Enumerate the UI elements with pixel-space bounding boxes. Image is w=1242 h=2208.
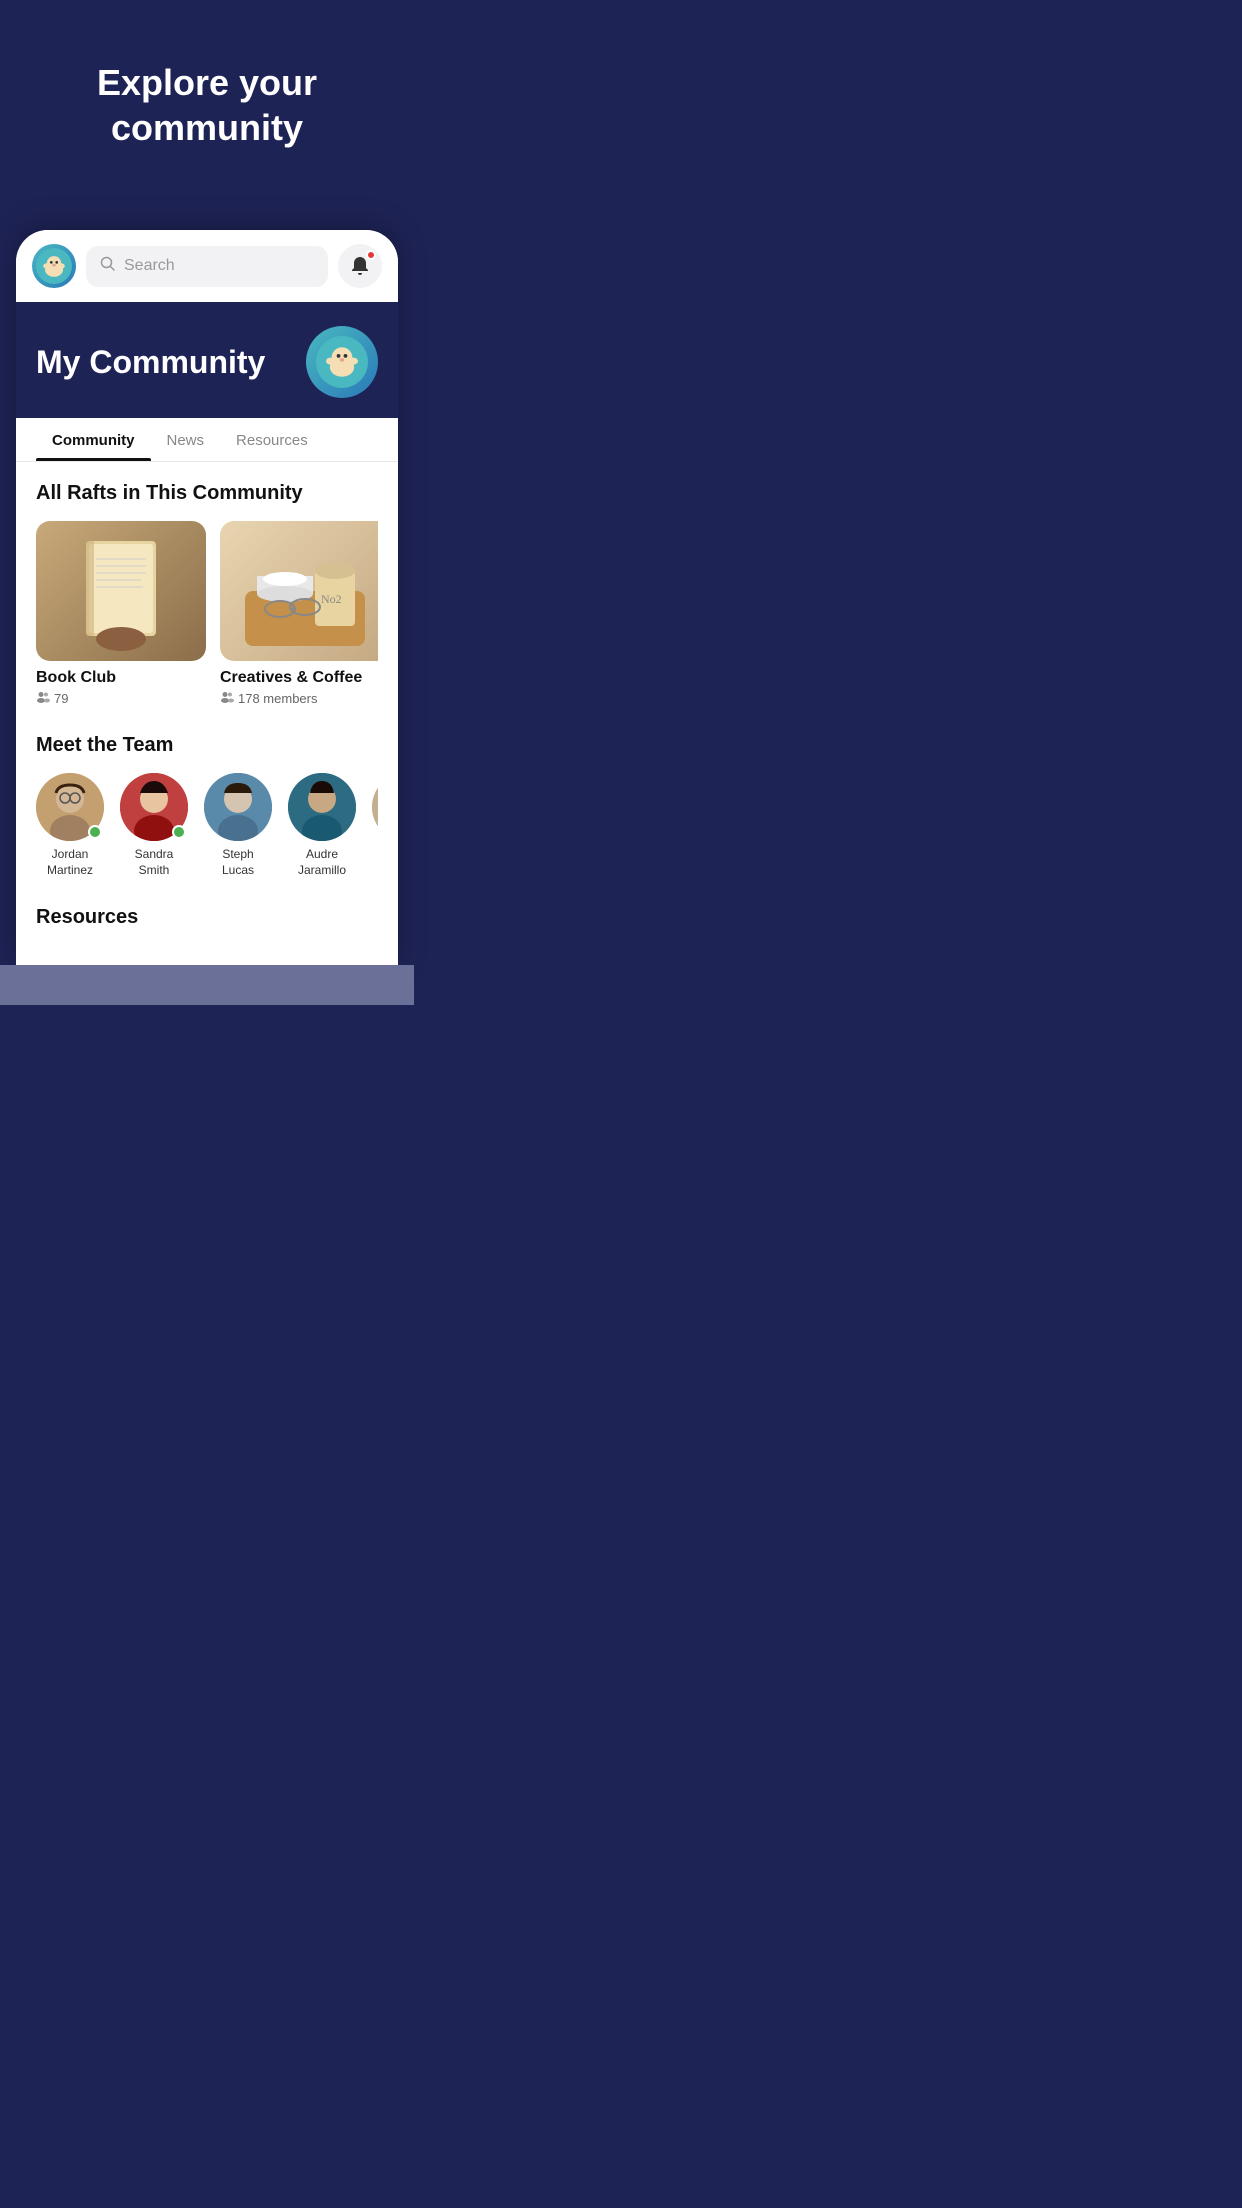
- community-title: My Community: [36, 344, 265, 381]
- sandra-online-dot: [172, 825, 186, 839]
- people-icon: [36, 691, 50, 706]
- notification-dot: [366, 250, 376, 260]
- team-section-title: Meet the Team: [36, 734, 378, 757]
- notification-button[interactable]: [338, 244, 382, 288]
- cat-avatar: [372, 773, 378, 841]
- team-member-steph[interactable]: Steph Lucas: [204, 773, 272, 878]
- rafts-scroll: Book Club 79: [36, 521, 378, 706]
- sandra-name: Sandra Smith: [120, 847, 188, 878]
- community-banner: My Community: [16, 302, 398, 418]
- raft-members-book-club: 79: [36, 691, 206, 706]
- main-content: All Rafts in This Community: [16, 462, 398, 965]
- team-section: Meet the Team: [36, 734, 378, 878]
- raft-name-creatives-coffee: Creatives & Coffee: [220, 669, 378, 687]
- team-member-audre[interactable]: Audre Jaramillo: [288, 773, 356, 878]
- search-icon: [100, 256, 116, 277]
- jordan-name: Jordan Martinez: [36, 847, 104, 878]
- rafts-section: All Rafts in This Community: [36, 482, 378, 706]
- jordan-avatar-wrap: [36, 773, 104, 841]
- tab-news[interactable]: News: [151, 418, 221, 461]
- audre-avatar: [288, 773, 356, 841]
- raft-image-creatives-coffee: No2: [220, 521, 378, 661]
- audre-avatar-wrap: [288, 773, 356, 841]
- team-member-sandra[interactable]: Sandra Smith: [120, 773, 188, 878]
- raft-image-book-club: [36, 521, 206, 661]
- rafts-section-title: All Rafts in This Community: [36, 482, 378, 505]
- steph-avatar-wrap: [204, 773, 272, 841]
- raft-card-book-club[interactable]: Book Club 79: [36, 521, 206, 706]
- jordan-online-dot: [88, 825, 102, 839]
- bottom-background: [0, 965, 414, 1005]
- audre-name: Audre Jaramillo: [288, 847, 356, 878]
- tab-community[interactable]: Community: [36, 418, 151, 461]
- sandra-avatar-wrap: [120, 773, 188, 841]
- search-bar[interactable]: Search: [86, 246, 328, 287]
- community-avatar: [306, 326, 378, 398]
- steph-avatar: [204, 773, 272, 841]
- resources-section-title: Resources: [36, 906, 378, 929]
- team-member-cat[interactable]: Cat Gro: [372, 773, 378, 878]
- tab-resources[interactable]: Resources: [220, 418, 324, 461]
- user-avatar[interactable]: [32, 244, 76, 288]
- top-bar: Search: [16, 230, 398, 302]
- raft-name-book-club: Book Club: [36, 669, 206, 687]
- svg-text:No2: No2: [321, 592, 342, 606]
- search-input[interactable]: Search: [124, 257, 175, 275]
- team-member-jordan[interactable]: Jordan Martinez: [36, 773, 104, 878]
- phone-card: Search My Community: [16, 230, 398, 965]
- team-scroll: Jordan Martinez: [36, 773, 378, 878]
- people-icon-2: [220, 691, 234, 706]
- hero-title: Explore your community: [40, 60, 374, 150]
- raft-card-creatives-coffee[interactable]: No2 Creatives & Coffee: [220, 521, 378, 706]
- cat-name: Cat Gro: [372, 847, 378, 878]
- resources-section: Resources: [36, 898, 378, 929]
- hero-section: Explore your community: [0, 0, 414, 230]
- steph-name: Steph Lucas: [204, 847, 272, 878]
- raft-members-creatives-coffee: 178 members: [220, 691, 378, 706]
- cat-avatar-wrap: [372, 773, 378, 841]
- tabs-bar: Community News Resources: [16, 418, 398, 462]
